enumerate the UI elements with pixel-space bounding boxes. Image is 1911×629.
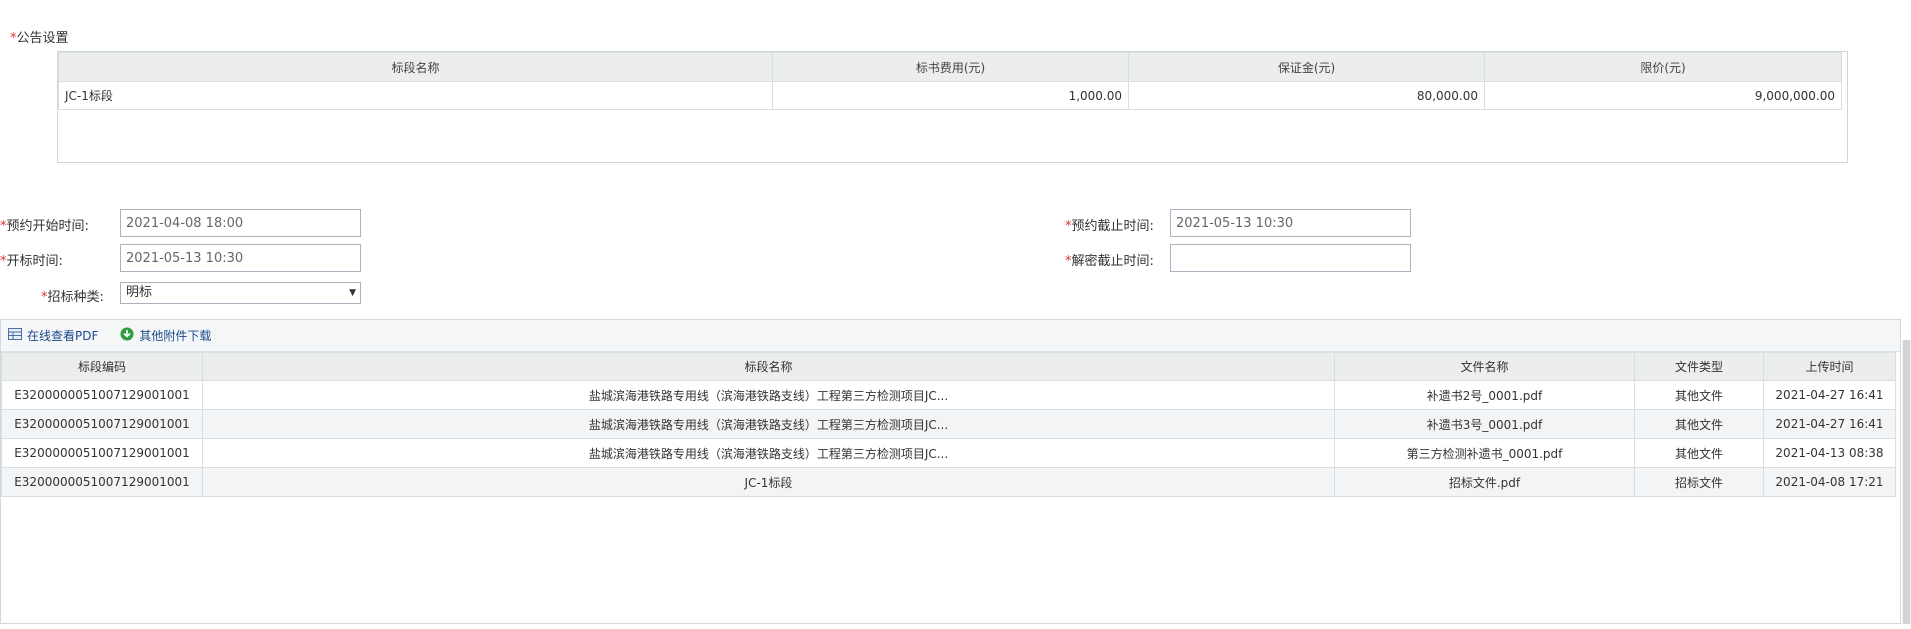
cell-section-code: E3200000051007129001001	[1, 409, 203, 439]
cell-section-name: 盐城滨海港铁路专用线（滨海港铁路支线）工程第三方检测项目JC...	[202, 409, 1335, 439]
reserve-start-label: *预约开始时间:	[0, 219, 89, 234]
col-header-doc-fee[interactable]: 标书费用(元)	[772, 52, 1129, 82]
cell-file-name: 第三方检测补遗书_0001.pdf	[1334, 438, 1635, 468]
table-row[interactable]: JC-1标段 1,000.00 80,000.00 9,000,000.00	[58, 81, 1842, 110]
col-header-limit[interactable]: 限价(元)	[1484, 52, 1842, 82]
cell-section-code: E3200000051007129001001	[1, 438, 203, 468]
cell-file-type: 其他文件	[1634, 409, 1764, 439]
download-attachments-label: 其他附件下载	[139, 329, 212, 343]
attachment-grid: 在线查看PDF 其他附件下载 标段编码 标段名称 文件名称 文件类型 上传时间 …	[0, 319, 1901, 624]
decrypt-deadline-input[interactable]	[1170, 244, 1411, 272]
table-row[interactable]: E3200000051007129001001 盐城滨海港铁路专用线（滨海港铁路…	[1, 409, 1896, 439]
col-header-file-name[interactable]: 文件名称	[1334, 352, 1635, 381]
cell-limit: 9,000,000.00	[1484, 81, 1842, 110]
cell-file-name: 招标文件.pdf	[1334, 467, 1635, 497]
reserve-end-input[interactable]	[1170, 209, 1411, 237]
download-icon	[120, 327, 134, 344]
table-row[interactable]: E3200000051007129001001 盐城滨海港铁路专用线（滨海港铁路…	[1, 438, 1896, 468]
cell-section-name: 盐城滨海港铁路专用线（滨海港铁路支线）工程第三方检测项目JC...	[202, 438, 1335, 468]
cell-section-name: JC-1标段	[202, 467, 1335, 497]
download-attachments-button[interactable]: 其他附件下载	[120, 327, 211, 344]
cell-file-type: 其他文件	[1634, 380, 1764, 410]
reserve-end-label: *预约截止时间:	[1065, 219, 1154, 234]
cell-section-name: JC-1标段	[58, 81, 773, 110]
col-header-section-name[interactable]: 标段名称	[202, 352, 1335, 381]
cell-file-name: 补遗书2号_0001.pdf	[1334, 380, 1635, 410]
table-row[interactable]: E3200000051007129001001 JC-1标段 招标文件.pdf …	[1, 467, 1896, 497]
decrypt-deadline-label: *解密截止时间:	[1065, 254, 1154, 269]
col-header-deposit[interactable]: 保证金(元)	[1128, 52, 1485, 82]
grid-scrollbar[interactable]	[1902, 340, 1911, 624]
cell-upload-time: 2021-04-27 16:41	[1763, 380, 1896, 410]
tender-type-select[interactable]: 明标 ▼	[120, 282, 361, 304]
view-pdf-label: 在线查看PDF	[27, 329, 99, 343]
view-pdf-button[interactable]: 在线查看PDF	[8, 327, 98, 344]
table-icon	[8, 328, 22, 343]
cell-upload-time: 2021-04-27 16:41	[1763, 409, 1896, 439]
cell-section-code: E3200000051007129001001	[1, 467, 203, 497]
reserve-start-input[interactable]	[120, 209, 361, 237]
cell-file-type: 其他文件	[1634, 438, 1764, 468]
scrollbar-thumb[interactable]	[1903, 340, 1910, 624]
cell-section-name: 盐城滨海港铁路专用线（滨海港铁路支线）工程第三方检测项目JC...	[202, 380, 1335, 410]
attachment-toolbar: 在线查看PDF 其他附件下载	[1, 320, 1900, 352]
cell-upload-time: 2021-04-13 08:38	[1763, 438, 1896, 468]
col-header-section-name[interactable]: 标段名称	[58, 52, 773, 82]
col-header-file-type[interactable]: 文件类型	[1634, 352, 1764, 381]
cell-file-type: 招标文件	[1634, 467, 1764, 497]
cell-doc-fee: 1,000.00	[772, 81, 1129, 110]
cell-deposit: 80,000.00	[1128, 81, 1485, 110]
cell-file-name: 补遗书3号_0001.pdf	[1334, 409, 1635, 439]
announcement-section-title: *公告设置	[10, 31, 69, 46]
col-header-upload-time[interactable]: 上传时间	[1763, 352, 1896, 381]
open-time-label: *开标时间:	[0, 254, 63, 269]
tender-type-label: *招标种类:	[41, 290, 104, 305]
table-row[interactable]: E3200000051007129001001 盐城滨海港铁路专用线（滨海港铁路…	[1, 380, 1896, 410]
dropdown-arrow-icon: ▼	[349, 288, 356, 298]
tender-type-value: 明标	[126, 285, 153, 300]
cell-upload-time: 2021-04-08 17:21	[1763, 467, 1896, 497]
cell-section-code: E3200000051007129001001	[1, 380, 203, 410]
col-header-section-code[interactable]: 标段编码	[1, 352, 203, 381]
announcement-table: 标段名称 标书费用(元) 保证金(元) 限价(元) JC-1标段 1,000.0…	[57, 51, 1848, 163]
open-time-input[interactable]	[120, 244, 361, 272]
